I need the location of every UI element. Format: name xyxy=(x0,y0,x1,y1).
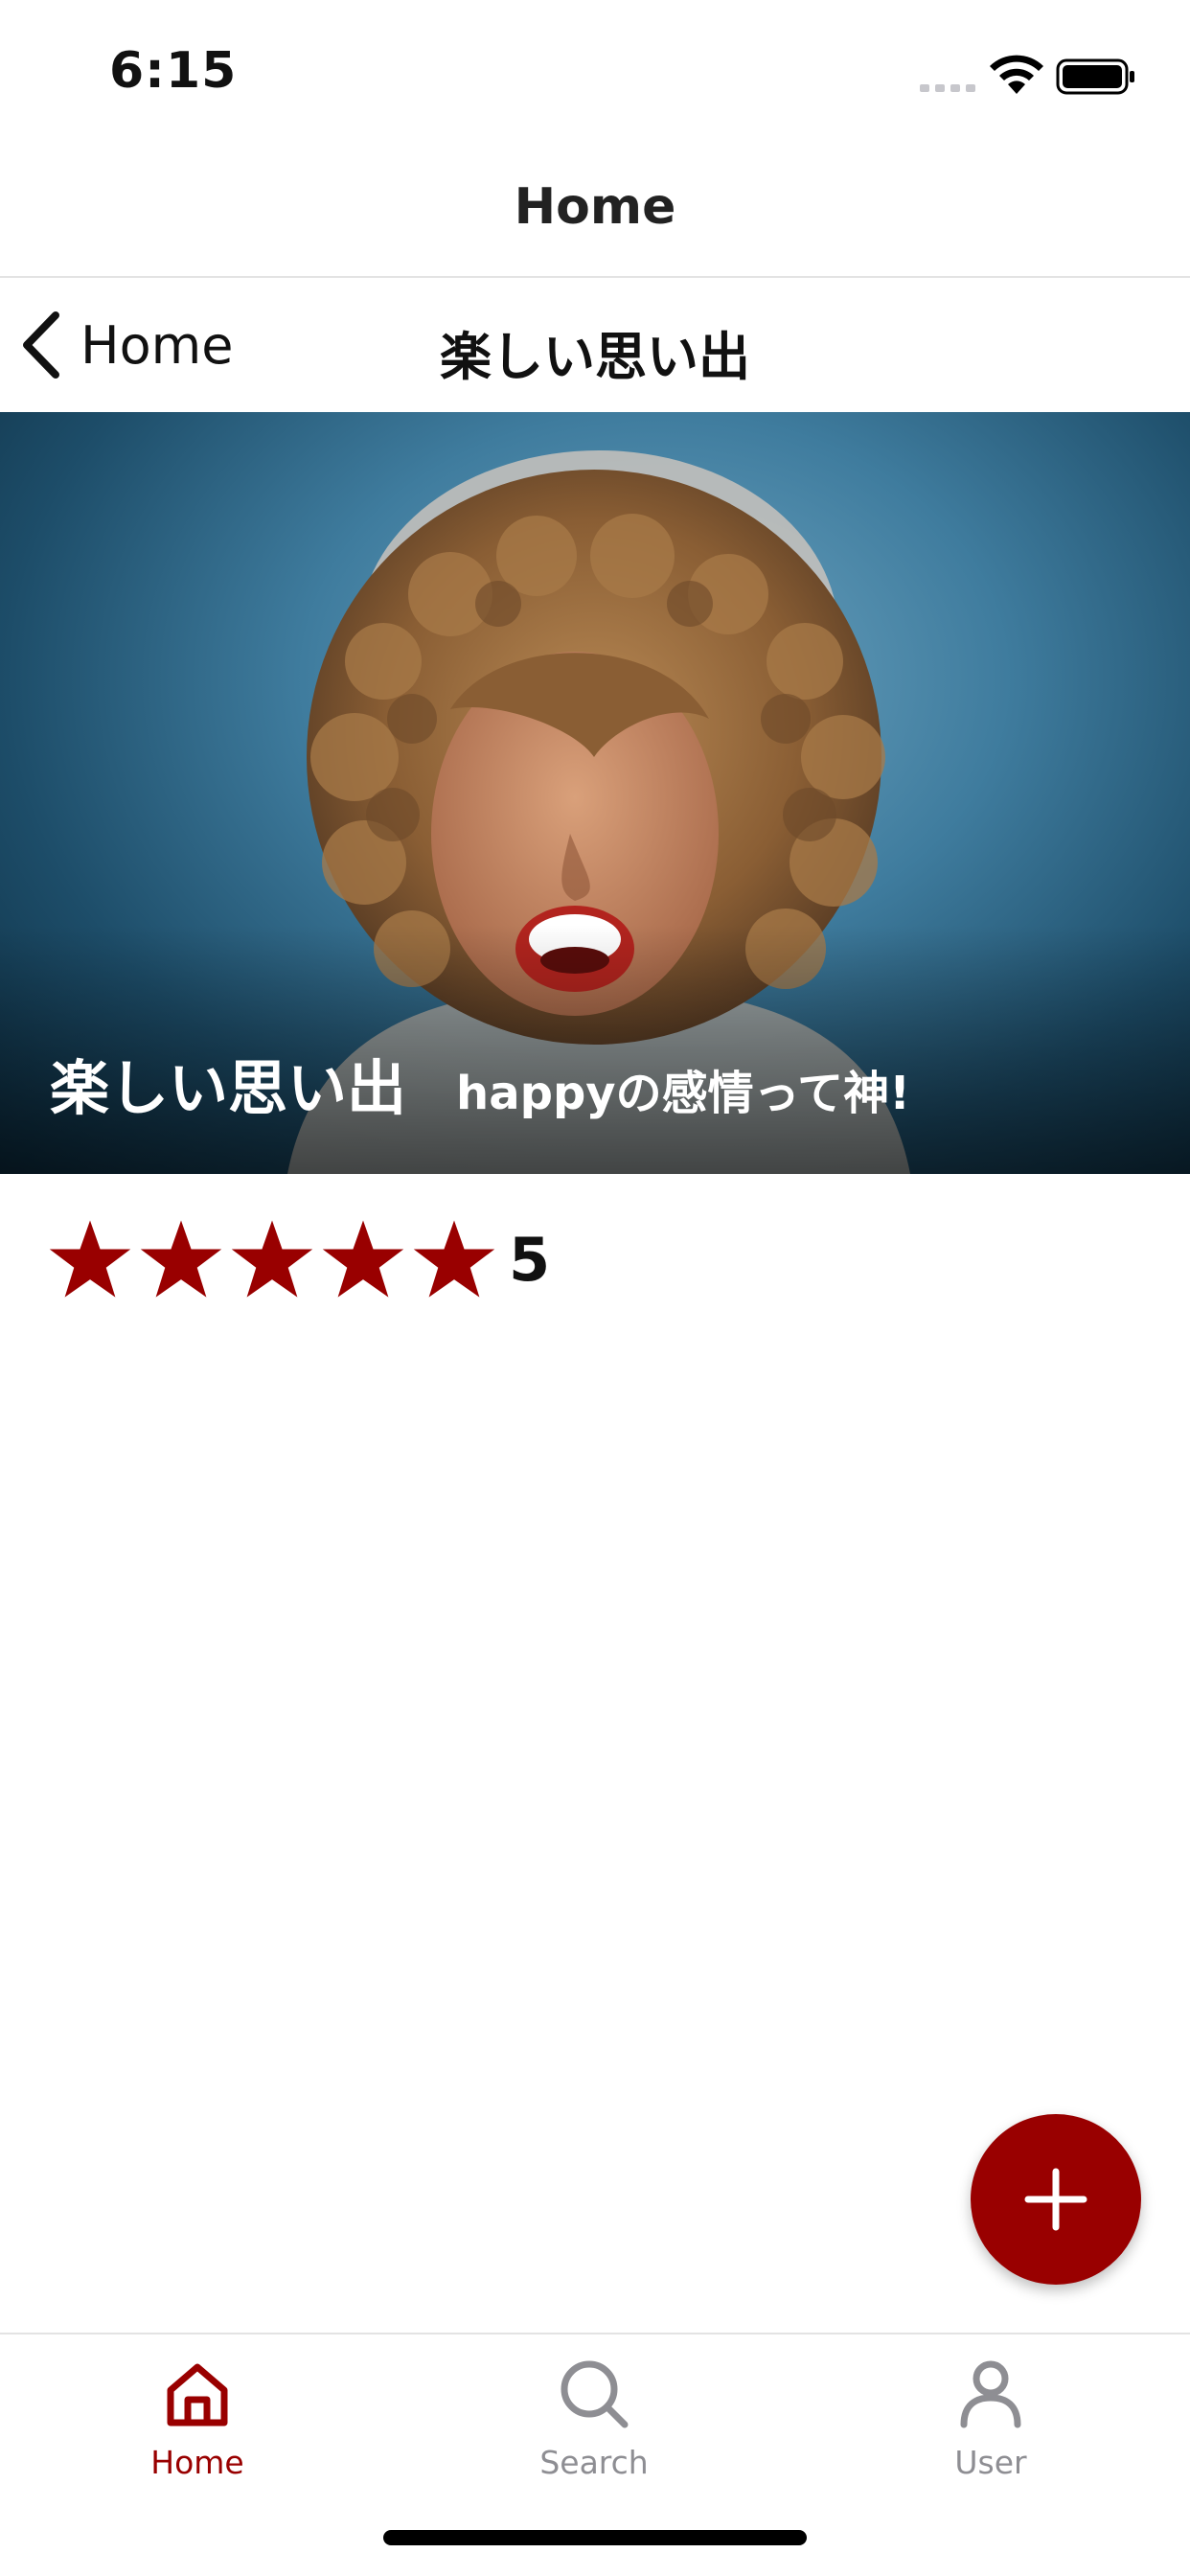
star-row xyxy=(48,1217,503,1301)
star-icon xyxy=(49,1220,131,1298)
navigation-bar: Home 楽しい思い出 xyxy=(0,278,1190,412)
plus-icon xyxy=(1024,2168,1087,2231)
tab-user[interactable]: User xyxy=(876,2356,1106,2499)
status-time: 6:15 xyxy=(109,42,238,100)
wifi-icon xyxy=(990,55,1043,94)
cellular-signal-icon xyxy=(920,84,975,92)
tab-home-label: Home xyxy=(150,2444,244,2481)
star-icon xyxy=(413,1220,495,1298)
home-indicator xyxy=(383,2530,807,2545)
tab-user-label: User xyxy=(954,2444,1027,2481)
star-icon xyxy=(231,1220,313,1298)
nav-title: 楽しい思い出 xyxy=(440,327,750,387)
tab-search[interactable]: Search xyxy=(479,2356,709,2499)
add-button[interactable] xyxy=(971,2114,1141,2285)
app-screen: 6:15 Home Home 楽しい思い出 楽しい思い出 happyの感情って神… xyxy=(0,0,1190,2576)
star-icon xyxy=(140,1220,222,1298)
battery-icon xyxy=(1056,58,1134,95)
star-icon xyxy=(322,1220,404,1298)
status-bar: 6:15 xyxy=(0,0,1190,144)
search-icon xyxy=(561,2360,629,2428)
rating: 5 xyxy=(48,1217,550,1301)
rating-value: 5 xyxy=(509,1224,551,1295)
tab-search-label: Search xyxy=(539,2444,649,2481)
memory-title: 楽しい思い出 xyxy=(50,1053,407,1123)
user-icon xyxy=(960,2360,1021,2428)
memory-photo: 楽しい思い出 happyの感情って神! xyxy=(0,412,1190,1174)
tab-home[interactable]: Home xyxy=(82,2356,312,2499)
top-header: Home xyxy=(0,144,1190,278)
hero-caption: 楽しい思い出 happyの感情って神! xyxy=(50,1040,910,1126)
memory-caption: happyの感情って神! xyxy=(456,1067,911,1120)
home-icon xyxy=(167,2363,228,2426)
header-title: Home xyxy=(514,178,676,236)
